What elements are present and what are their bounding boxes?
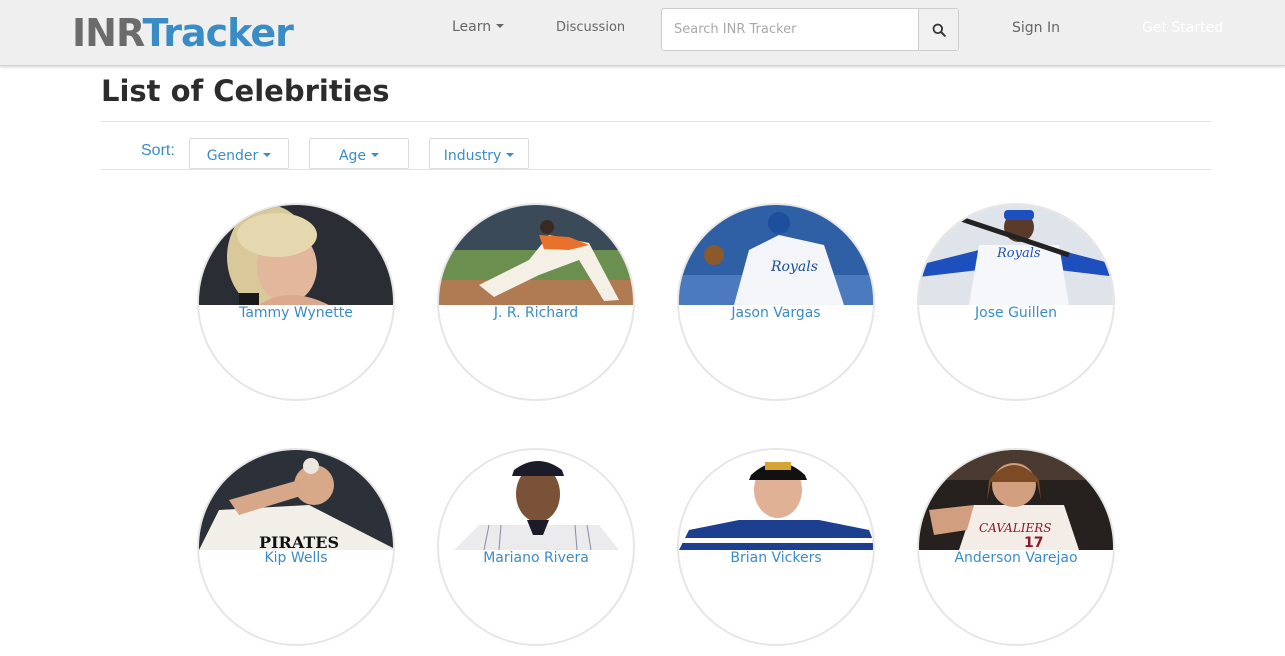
celebrity-card[interactable]: CAVALIERS 17 Anderson Varejao bbox=[917, 448, 1115, 646]
celebrity-photo: CAVALIERS 17 bbox=[919, 450, 1113, 550]
celebrity-photo bbox=[199, 205, 393, 305]
nav-learn-dropdown[interactable]: Learn bbox=[452, 19, 505, 35]
logo-part-inr: INR bbox=[72, 11, 143, 55]
sort-industry-label: Industry bbox=[443, 148, 502, 164]
celebrity-card[interactable]: Brian Vickers bbox=[677, 448, 875, 646]
divider bbox=[101, 121, 1211, 122]
divider bbox=[101, 169, 1211, 170]
search-icon bbox=[932, 23, 946, 37]
sort-age-label: Age bbox=[338, 148, 367, 164]
celebrity-photo bbox=[679, 450, 873, 550]
svg-text:17: 17 bbox=[1024, 535, 1043, 550]
caret-down-icon bbox=[496, 24, 505, 28]
page-title: List of Celebrities bbox=[101, 74, 390, 108]
celebrity-name[interactable]: Tammy Wynette bbox=[199, 305, 393, 321]
celebrity-name[interactable]: Kip Wells bbox=[199, 550, 393, 566]
search-box bbox=[661, 8, 959, 51]
celebrity-name[interactable]: Mariano Rivera bbox=[439, 550, 633, 566]
svg-text:Royals: Royals bbox=[996, 246, 1041, 261]
caret-down-icon bbox=[371, 153, 380, 157]
caret-down-icon bbox=[506, 153, 515, 157]
celebrity-photo bbox=[439, 450, 633, 550]
search-input[interactable] bbox=[662, 9, 920, 50]
sort-gender-label: Gender bbox=[206, 148, 259, 164]
celebrity-name[interactable]: J. R. Richard bbox=[439, 305, 633, 321]
celebrity-name[interactable]: Jason Vargas bbox=[679, 305, 873, 321]
svg-text:CAVALIERS: CAVALIERS bbox=[979, 521, 1052, 535]
celebrity-name[interactable]: Brian Vickers bbox=[679, 550, 873, 566]
sort-industry-dropdown[interactable]: Industry bbox=[429, 138, 529, 169]
caret-down-icon bbox=[263, 153, 272, 157]
svg-text:Royals: Royals bbox=[770, 259, 818, 275]
celebrity-card[interactable]: Tammy Wynette bbox=[197, 203, 395, 401]
celebrity-card[interactable]: Mariano Rivera bbox=[437, 448, 635, 646]
sort-gender-dropdown[interactable]: Gender bbox=[189, 138, 289, 169]
celebrity-name[interactable]: Anderson Varejao bbox=[919, 550, 1113, 566]
celebrity-photo: PIRATES bbox=[199, 450, 393, 550]
celebrity-name[interactable]: Jose Guillen bbox=[919, 305, 1113, 321]
celebrity-photo: Royals bbox=[919, 205, 1113, 305]
nav-learn-label: Learn bbox=[452, 19, 492, 35]
sign-in-link[interactable]: Sign In bbox=[1012, 20, 1060, 36]
site-logo[interactable]: INRTracker bbox=[72, 10, 294, 56]
nav-discussion-link[interactable]: Discussion bbox=[556, 20, 625, 35]
search-button[interactable] bbox=[918, 9, 958, 50]
celebrity-card[interactable]: Royals Jason Vargas bbox=[677, 203, 875, 401]
navbar: INRTracker Learn Discussion Sign In Get … bbox=[0, 0, 1285, 66]
celebrity-card[interactable]: J. R. Richard bbox=[437, 203, 635, 401]
sort-age-dropdown[interactable]: Age bbox=[309, 138, 409, 169]
svg-text:PIRATES: PIRATES bbox=[259, 533, 339, 550]
celebrity-photo bbox=[439, 205, 633, 305]
celebrity-photo: Royals bbox=[679, 205, 873, 305]
logo-part-tracker: Tracker bbox=[142, 11, 294, 55]
celebrity-card[interactable]: PIRATES Kip Wells bbox=[197, 448, 395, 646]
sort-label: Sort: bbox=[141, 142, 175, 159]
celebrity-card[interactable]: Royals Jose Guillen bbox=[917, 203, 1115, 401]
get-started-link[interactable]: Get Started bbox=[1142, 20, 1223, 36]
